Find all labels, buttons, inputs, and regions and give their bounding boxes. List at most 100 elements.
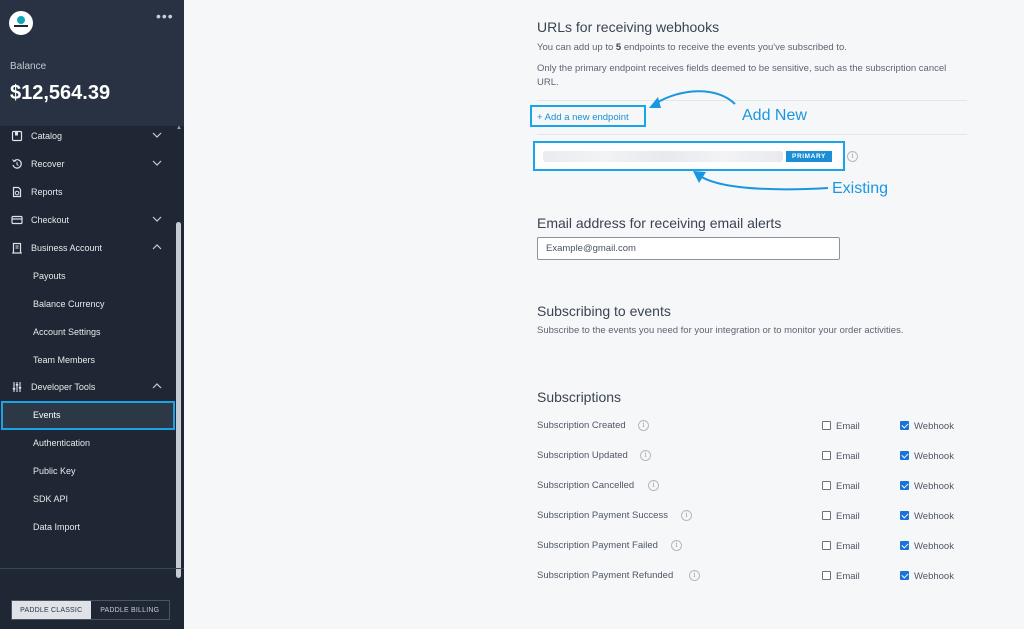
- paddle-classic-button[interactable]: PADDLE CLASSIC: [12, 601, 91, 619]
- catalog-icon: [11, 130, 23, 142]
- event-label: Subscription Created: [537, 420, 626, 431]
- sidebar-item-label: Team Members: [33, 355, 96, 365]
- sidebar-item-label: Business Account: [31, 243, 103, 253]
- sidebar-item-label: Balance Currency: [33, 299, 105, 309]
- event-label: Subscription Payment Success: [537, 510, 668, 521]
- checkout-icon: [11, 214, 23, 226]
- existing-arrow-icon: [693, 171, 829, 191]
- sidebar-item-label: Recover: [31, 159, 65, 169]
- sidebar-header: ••• Balance $12,564.39: [0, 0, 184, 126]
- webhook-checkbox[interactable]: [900, 451, 909, 460]
- sidebar-item-developer-tools[interactable]: Developer Tools: [0, 373, 174, 401]
- info-icon[interactable]: i: [671, 540, 682, 551]
- sidebar-item-catalog[interactable]: Catalog: [0, 122, 174, 150]
- sliders-icon: [11, 381, 23, 393]
- balance-label: Balance: [10, 61, 47, 72]
- email-checkbox[interactable]: [822, 481, 831, 490]
- webhooks-desc-suffix: endpoints to receive the events you've s…: [621, 42, 847, 53]
- sidebar-item-account-settings[interactable]: Account Settings: [0, 318, 174, 346]
- chevron-down-icon: [152, 160, 162, 168]
- webhook-checkbox[interactable]: [900, 481, 909, 490]
- event-label: Subscription Payment Refunded: [537, 570, 674, 581]
- webhook-label: Webhook: [914, 571, 954, 582]
- sidebar-item-events[interactable]: Events: [0, 401, 174, 429]
- reports-icon: [11, 186, 23, 198]
- email-label: Email: [836, 511, 860, 522]
- sidebar-item-label: Authentication: [33, 438, 91, 448]
- subscription-row: Subscription Payment Success i Email Web…: [537, 510, 967, 530]
- webhook-checkbox[interactable]: [900, 421, 909, 430]
- webhook-checkbox[interactable]: [900, 541, 909, 550]
- scroll-up-icon[interactable]: ▲: [176, 125, 182, 131]
- sidebar-item-business-account[interactable]: Business Account: [0, 234, 174, 262]
- sidebar-item-label: Developer Tools: [31, 382, 96, 392]
- chevron-up-icon: [152, 383, 162, 391]
- sidebar-item-public-key[interactable]: Public Key: [0, 457, 174, 485]
- more-options-icon[interactable]: •••: [156, 9, 174, 23]
- subscription-row: Subscription Payment Refunded i Email We…: [537, 570, 967, 590]
- email-checkbox[interactable]: [822, 511, 831, 520]
- email-checkbox[interactable]: [822, 421, 831, 430]
- sidebar-item-label: Events: [33, 410, 61, 420]
- event-label: Subscription Updated: [537, 450, 628, 461]
- paddle-logo[interactable]: [9, 11, 33, 35]
- building-icon: [11, 242, 23, 254]
- info-icon[interactable]: i: [681, 510, 692, 521]
- paddle-version-toggle[interactable]: PADDLE CLASSIC PADDLE BILLING: [11, 600, 170, 620]
- add-new-arrow-icon: [649, 90, 736, 108]
- paddle-billing-button[interactable]: PADDLE BILLING: [91, 601, 170, 619]
- sidebar-item-label: Catalog: [31, 131, 63, 141]
- chevron-up-icon: [152, 244, 162, 252]
- endpoint-url-blurred: [543, 151, 783, 162]
- divider: [537, 100, 967, 101]
- sidebar-item-balance-currency[interactable]: Balance Currency: [0, 290, 174, 318]
- sidebar-item-payouts[interactable]: Payouts: [0, 262, 174, 290]
- webhooks-sensitive-note: Only the primary endpoint receives field…: [537, 63, 947, 88]
- webhooks-description: You can add up to 5 endpoints to receive…: [537, 41, 957, 55]
- sidebar-item-label: Public Key: [33, 466, 76, 476]
- event-label: Subscription Payment Failed: [537, 540, 658, 551]
- event-label: Subscription Cancelled: [537, 480, 635, 491]
- sidebar-item-label: Data Import: [33, 522, 81, 532]
- email-label: Email: [836, 481, 860, 492]
- sidebar-item-authentication[interactable]: Authentication: [0, 429, 174, 457]
- sidebar-item-label: Payouts: [33, 271, 66, 281]
- subscribing-events-title: Subscribing to events: [537, 303, 671, 319]
- subscriptions-title: Subscriptions: [537, 389, 622, 405]
- email-label: Email: [836, 451, 860, 462]
- annotation-existing: Existing: [832, 180, 889, 197]
- webhook-label: Webhook: [914, 541, 954, 552]
- divider: [537, 134, 967, 135]
- annotation-add-new: Add New: [742, 107, 807, 124]
- balance-value: $12,564.39: [10, 82, 111, 104]
- sidebar-item-label: Reports: [31, 187, 63, 197]
- info-icon[interactable]: i: [638, 420, 649, 431]
- sidebar-item-recover[interactable]: Recover: [0, 150, 174, 178]
- webhook-checkbox[interactable]: [900, 511, 909, 520]
- email-checkbox[interactable]: [822, 451, 831, 460]
- info-icon[interactable]: i: [640, 450, 651, 461]
- sidebar-item-team-members[interactable]: Team Members: [0, 346, 174, 374]
- add-endpoint-link[interactable]: + Add a new endpoint: [537, 112, 629, 123]
- sidebar-item-reports[interactable]: Reports: [0, 178, 174, 206]
- webhook-checkbox[interactable]: [900, 571, 909, 580]
- email-label: Email: [836, 571, 860, 582]
- email-alert-input[interactable]: [537, 237, 840, 260]
- email-checkbox[interactable]: [822, 571, 831, 580]
- subscription-row: Subscription Created i Email Webhook: [537, 420, 967, 440]
- recover-icon: [11, 158, 23, 170]
- info-icon[interactable]: i: [847, 151, 858, 162]
- sidebar-item-label: Checkout: [31, 215, 70, 225]
- sidebar-scrollbar[interactable]: [176, 222, 181, 578]
- info-icon[interactable]: i: [648, 480, 659, 491]
- info-icon[interactable]: i: [689, 570, 700, 581]
- webhook-label: Webhook: [914, 421, 954, 432]
- email-checkbox[interactable]: [822, 541, 831, 550]
- chevron-down-icon: [152, 132, 162, 140]
- sidebar-item-checkout[interactable]: Checkout: [0, 206, 174, 234]
- email-label: Email: [836, 541, 860, 552]
- sidebar-item-sdk-api[interactable]: SDK API: [0, 485, 174, 513]
- email-alerts-title: Email address for receiving email alerts: [537, 215, 782, 231]
- sidebar-item-data-import[interactable]: Data Import: [0, 513, 174, 541]
- chevron-down-icon: [152, 216, 162, 224]
